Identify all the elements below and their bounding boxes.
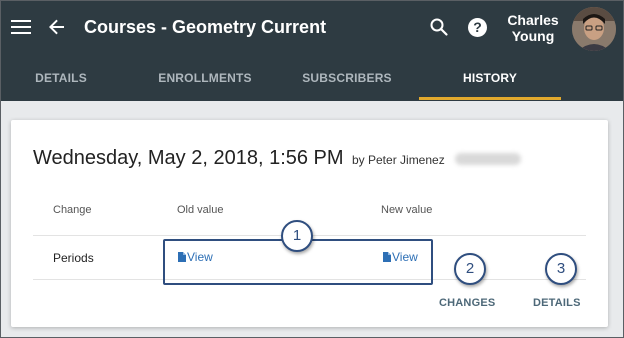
column-header-new-value: New value (381, 204, 433, 216)
user-first-name: Charles (507, 12, 559, 28)
app-bar: Courses - Geometry Current ? Charles You… (1, 1, 623, 101)
tab-enrollments[interactable]: ENROLLMENTS (143, 57, 267, 101)
back-arrow-icon[interactable] (47, 17, 67, 37)
menu-icon[interactable] (11, 19, 31, 35)
tab-history[interactable]: HISTORY (419, 57, 561, 101)
callout-badge-3: 3 (545, 253, 577, 285)
user-name[interactable]: Charles Young (501, 12, 565, 44)
history-date: Wednesday, May 2, 2018, 1:56 PM (33, 147, 344, 169)
change-field-name: Periods (53, 251, 94, 265)
history-author: by Peter Jimenez (352, 153, 445, 167)
help-icon[interactable]: ? (468, 18, 487, 37)
callout-badge-1: 1 (281, 220, 313, 252)
avatar[interactable] (572, 7, 616, 51)
tab-details[interactable]: DETAILS (7, 57, 115, 101)
app-window: Courses - Geometry Current ? Charles You… (0, 0, 624, 338)
user-last-name: Young (511, 28, 555, 44)
tab-bar: DETAILS ENROLLMENTS SUBSCRIBERS HISTORY (1, 57, 623, 101)
callout-badge-2: 2 (454, 253, 486, 285)
changes-button[interactable]: CHANGES (439, 297, 495, 309)
redacted-id (455, 153, 522, 165)
column-header-old-value: Old value (177, 204, 224, 216)
active-tab-indicator (419, 97, 561, 100)
search-icon[interactable] (429, 17, 449, 37)
tab-subscribers[interactable]: SUBSCRIBERS (287, 57, 407, 101)
details-button[interactable]: DETAILS (533, 297, 581, 309)
top-bar: Courses - Geometry Current ? Charles You… (1, 1, 623, 57)
page-title: Courses - Geometry Current (84, 17, 327, 37)
history-entry-header: Wednesday, May 2, 2018, 1:56 PM by Peter… (33, 147, 522, 170)
column-header-change: Change (53, 204, 92, 216)
history-card: Wednesday, May 2, 2018, 1:56 PM by Peter… (11, 120, 608, 327)
